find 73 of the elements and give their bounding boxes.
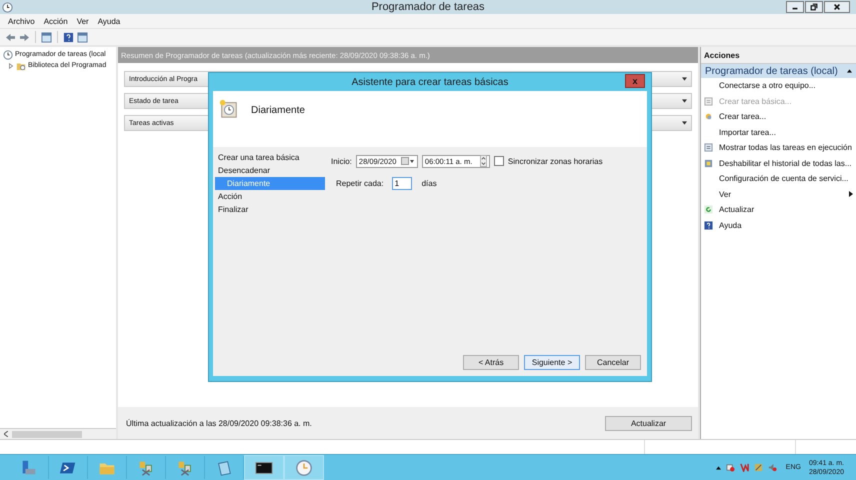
panel-icon[interactable] [41,32,52,42]
wizard-page-title: Diariamente [251,105,305,116]
clock-icon[interactable] [295,458,313,476]
restore-icon [810,3,818,11]
checkbox[interactable] [494,156,504,166]
submenu-arrow-icon [849,191,853,198]
restore-button[interactable] [805,1,823,13]
menu-item[interactable]: Ayuda [98,16,120,26]
start-label: Inicio: [331,156,352,166]
action-item[interactable]: Mostrar todas las tareas en ejecución [701,140,856,156]
wizard-step[interactable]: Crear una tarea básica [215,151,325,164]
wizard-button[interactable]: Cancelar [585,354,641,370]
wizard-step[interactable]: Desencadenar [215,164,325,177]
close-icon [833,3,841,11]
action-item[interactable]: Ver [701,186,856,202]
action-item[interactable]: Importar tarea... [701,124,856,140]
tools-icon[interactable] [176,458,194,476]
minimize-button[interactable] [786,1,804,13]
wizard-button[interactable]: < Atrás [463,354,519,370]
document-icon [704,96,713,106]
list-icon [704,143,713,152]
server-manager-icon[interactable] [20,458,38,476]
repeat-input[interactable]: 1 [392,176,412,190]
antivirus-icon[interactable] [740,463,749,472]
menu-item[interactable]: Acción [44,16,68,26]
menu-item[interactable]: Archivo [8,16,35,26]
sun-icon [704,112,713,122]
close-button[interactable] [824,1,850,13]
tools-icon[interactable] [137,458,155,476]
notepad-icon[interactable] [215,458,233,476]
wizard-step[interactable]: Finalizar [215,203,325,216]
sync-timezones-label[interactable]: Sincronizar zonas horarias [508,156,603,166]
actions-group-header[interactable]: Programador de tareas (local) [701,64,856,78]
help-icon[interactable] [63,32,74,42]
folder-icon [16,60,26,70]
forward-arrow-icon[interactable] [19,32,30,42]
scroll-left-icon[interactable] [4,431,8,437]
dropdown-arrow-icon[interactable] [682,99,687,103]
caret-up-icon[interactable] [716,466,721,470]
flag-icon [704,158,713,168]
help-icon [704,220,713,230]
collapse-arrow-icon[interactable] [847,69,852,73]
repeat-label: Repetir cada: [336,178,384,188]
network-icon[interactable] [726,463,735,472]
back-arrow-icon[interactable] [5,32,16,42]
panel-icon[interactable] [77,32,88,42]
refresh-button[interactable]: Actualizar [605,416,692,430]
menu-item[interactable]: Ver [76,16,89,26]
dropdown-arrow-icon[interactable] [682,77,687,81]
window-title: Programador de tareas [371,1,485,13]
days-label: días [422,178,437,188]
expand-arrow-icon[interactable] [8,62,14,68]
action-item[interactable]: Conectarse a otro equipo... [701,78,856,94]
calendar-clock-icon [219,99,239,119]
calendar-dropdown-icon[interactable] [400,157,415,165]
close-button[interactable]: x [625,74,645,88]
refresh-icon [704,205,713,214]
dropdown-arrow-icon[interactable] [682,121,687,125]
action-item[interactable]: Deshabilitar el historial de todas las... [701,156,856,171]
wizard-step[interactable]: Acción [215,190,325,203]
wizard-button[interactable]: Siguiente > [524,354,580,370]
tools-icon[interactable] [754,463,763,472]
action-item[interactable]: Configuración de cuenta de servici... [701,171,856,186]
clock-icon [3,50,13,60]
actions-header: Acciones [701,47,856,64]
last-update-text: Última actualización a las 28/09/2020 09:38:36 a. m. [126,418,312,428]
action-item[interactable]: Actualizar [701,202,856,218]
action-item[interactable]: Ayuda [701,218,856,233]
horizontal-scrollbar[interactable] [0,428,116,439]
spin-arrows-icon[interactable] [480,155,487,167]
speaker-icon[interactable] [768,463,777,472]
dialog-title: Asistente para crear tareas básicas [352,76,508,88]
action-item[interactable]: Crear tarea... [701,109,856,124]
